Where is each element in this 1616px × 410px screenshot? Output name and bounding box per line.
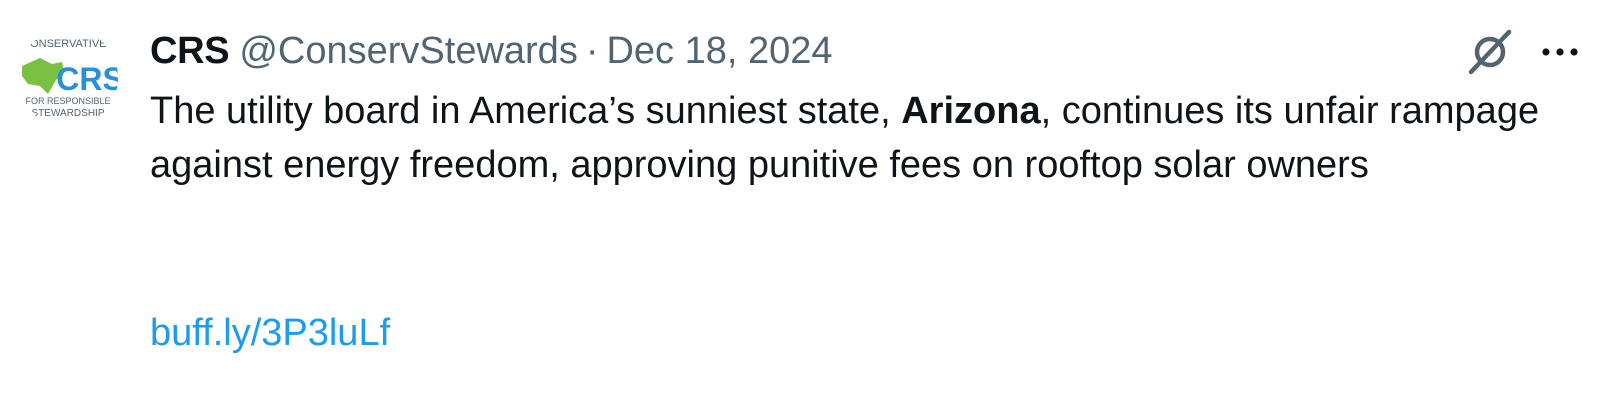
tweet[interactable]: CONSERVATIVES CRS FOR RESPONSIBLE STEWAR… [0, 0, 1616, 410]
tweet-header: CRS @ConservStewards · Dec 18, 2024 [150, 24, 833, 78]
avatar[interactable]: CONSERVATIVES CRS FOR RESPONSIBLE STEWAR… [18, 28, 118, 128]
tweet-text-part1: The utility board in America’s sunniest … [150, 90, 902, 132]
tweet-text-bold: Arizona [901, 90, 1041, 132]
separator-dot: · [585, 30, 599, 72]
logo-line-bottom: STEWARDSHIP [32, 108, 105, 119]
tweet-text: The utility board in America’s sunniest … [150, 84, 1570, 192]
crs-logo: CONSERVATIVES CRS FOR RESPONSIBLE STEWAR… [22, 38, 118, 119]
logo-crs-text: CRS [56, 61, 118, 97]
grok-icon[interactable] [1466, 28, 1514, 76]
user-handle[interactable]: @ConservStewards [239, 24, 577, 78]
tweet-link[interactable]: buff.ly/3P3luLf [150, 306, 390, 360]
logo-line-mid: FOR RESPONSIBLE [25, 96, 110, 106]
tweet-date[interactable]: Dec 18, 2024 [606, 24, 832, 78]
logo-line-top: CONSERVATIVES [22, 38, 114, 50]
more-options-icon[interactable] [1538, 30, 1582, 74]
display-name[interactable]: CRS [150, 24, 230, 78]
